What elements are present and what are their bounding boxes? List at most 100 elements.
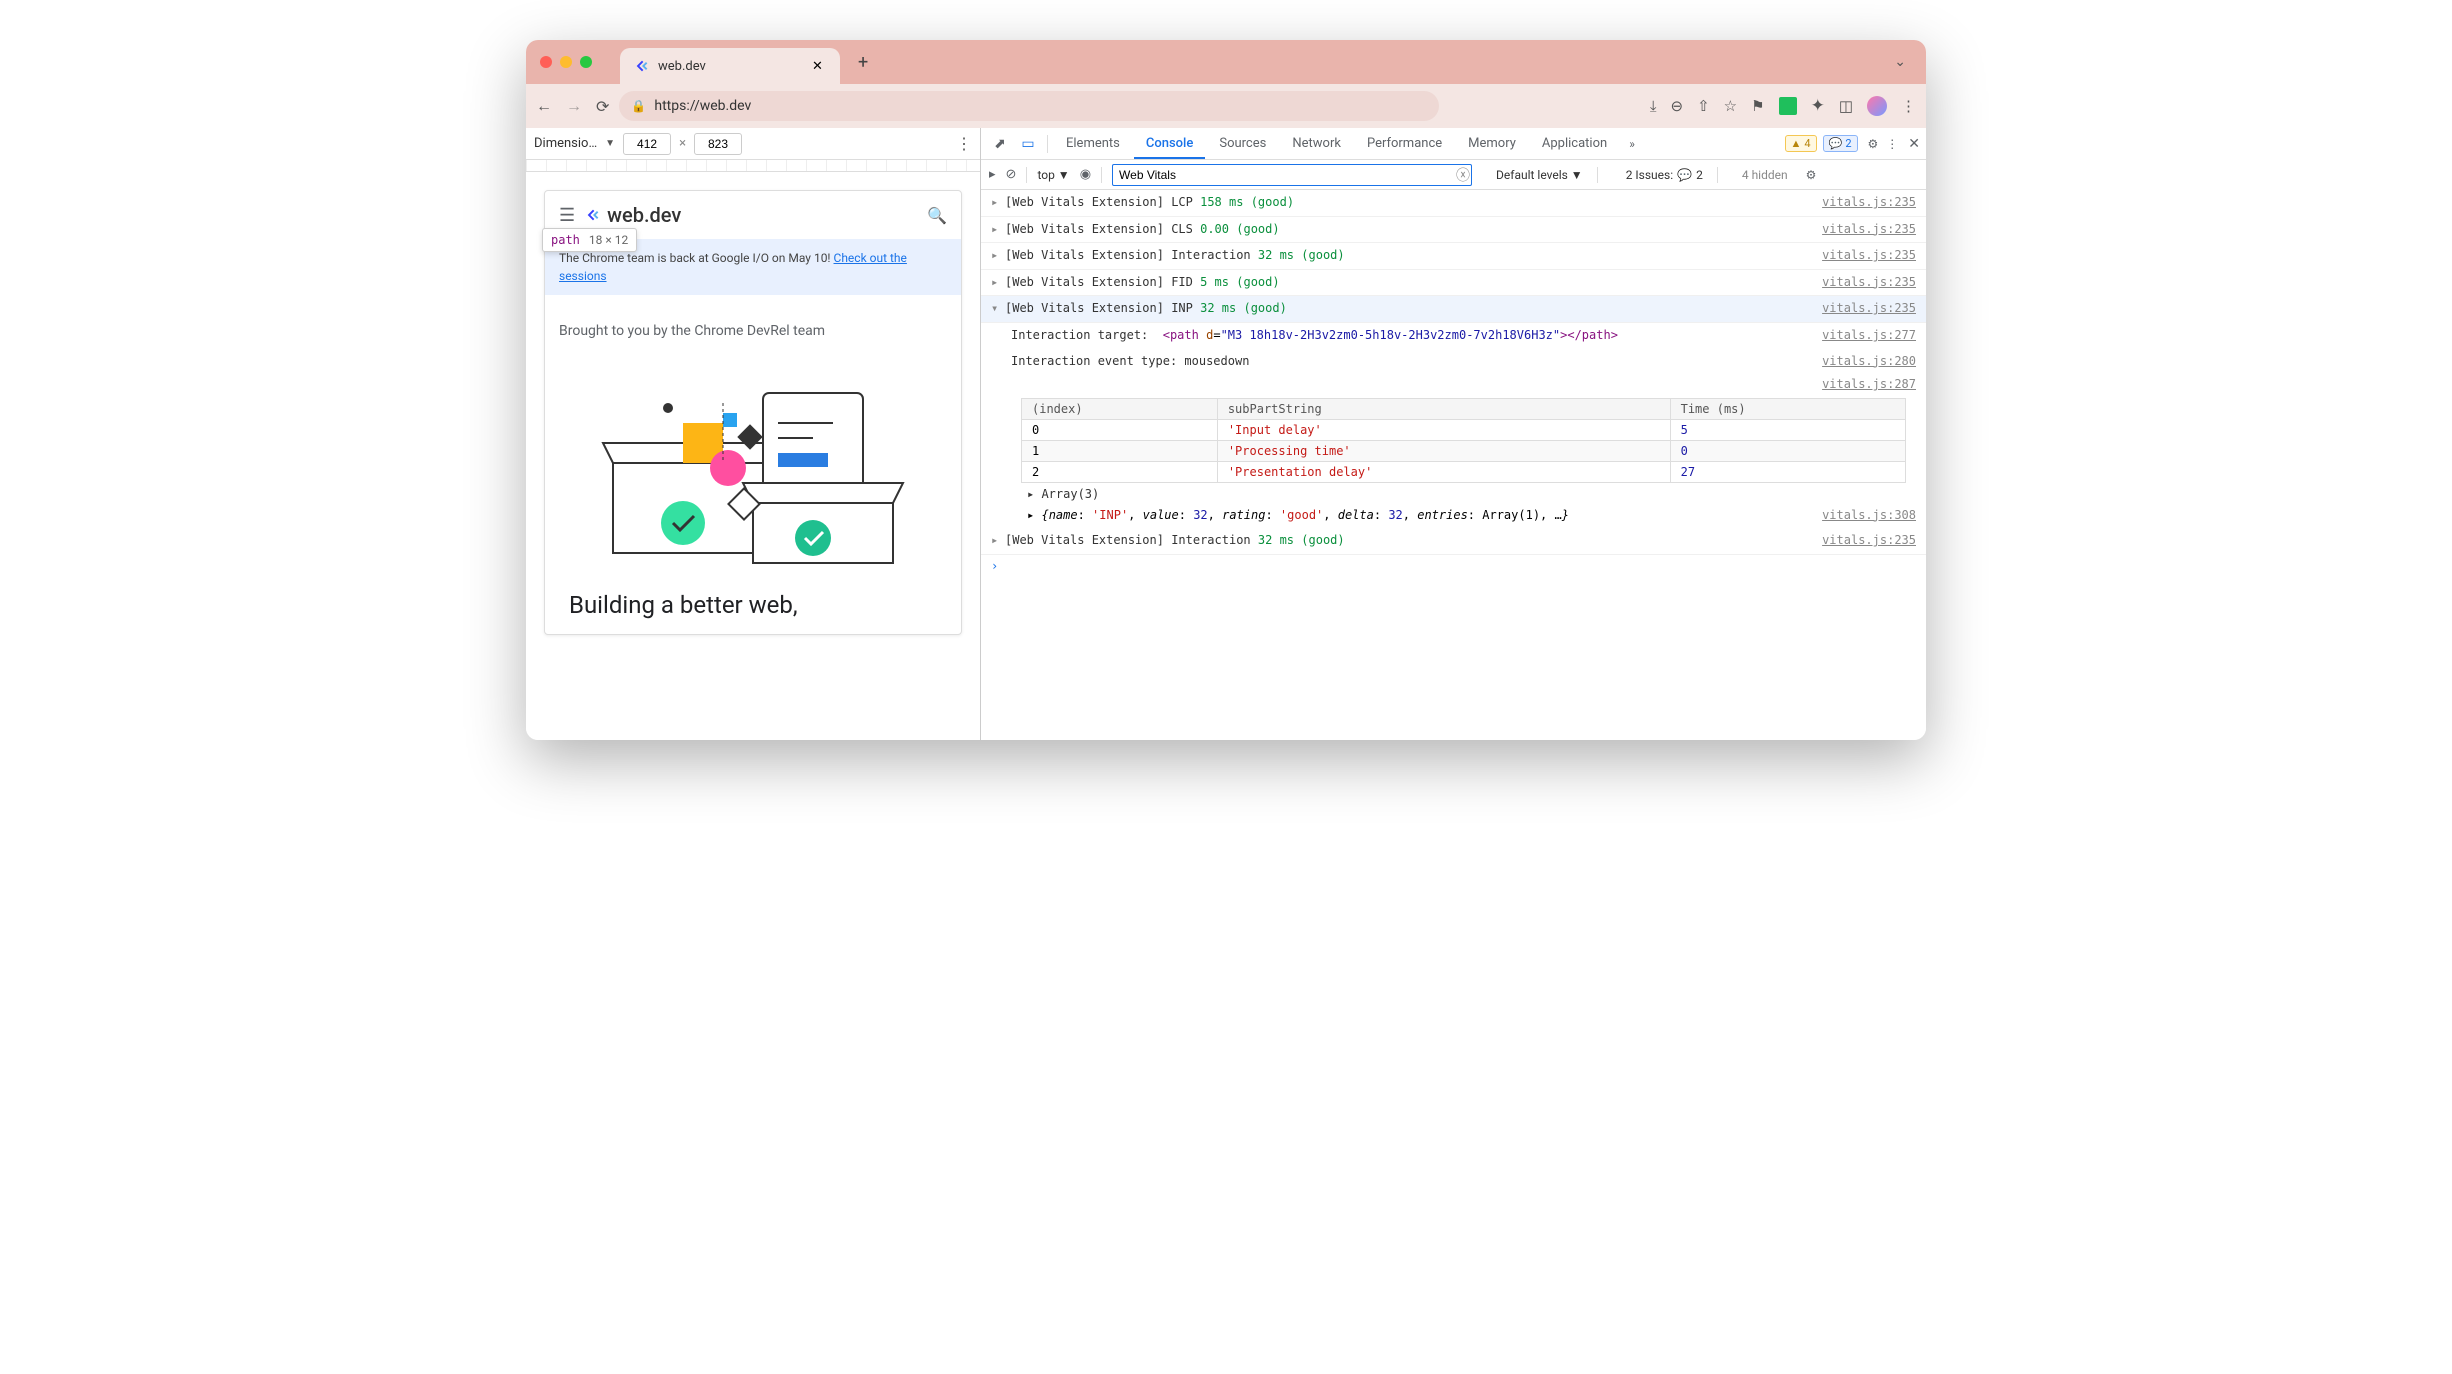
brand-logo-icon	[585, 207, 601, 223]
source-link[interactable]: vitals.js:235	[1822, 272, 1916, 294]
tabs-overflow-icon[interactable]: »	[1621, 137, 1643, 151]
tab-sources[interactable]: Sources	[1207, 128, 1278, 159]
source-link[interactable]: vitals.js:235	[1822, 245, 1916, 267]
device-toggle-icon[interactable]: ▭	[1015, 136, 1041, 152]
devtools-tabbar: ⬈ ▭ Elements Console Sources Network Per…	[981, 128, 1926, 160]
site-brand[interactable]: web.dev	[585, 203, 681, 227]
expand-arrow-icon[interactable]: ▸	[991, 245, 1005, 267]
hamburger-icon[interactable]: ☰	[559, 205, 575, 226]
content-area: Dimensio… ▼ × ⋮ ☰ web.dev 🔍	[526, 128, 1926, 740]
reload-icon[interactable]: ⟳	[596, 97, 609, 116]
console-settings-icon[interactable]: ⚙	[1806, 168, 1817, 182]
lock-icon: 🔒	[631, 99, 646, 113]
inspect-icon[interactable]: ⬈	[987, 136, 1013, 152]
sidepanel-icon[interactable]: ◫	[1839, 97, 1853, 115]
toolbar-right: ⤓ ⊖ ⇧ ☆ ⚑ ✦ ◫ ⋮	[1650, 96, 1916, 116]
table-header[interactable]: (index)	[1022, 398, 1218, 419]
close-window-icon[interactable]	[540, 56, 552, 68]
tab-performance[interactable]: Performance	[1355, 128, 1454, 159]
share-icon[interactable]: ⇧	[1697, 97, 1710, 115]
log-row[interactable]: ▸[Web Vitals Extension] CLS 0.00 (good)v…	[981, 217, 1926, 244]
live-expression-icon[interactable]: ◉	[1080, 167, 1091, 182]
width-input[interactable]	[623, 133, 671, 155]
inspect-tooltip: path 18 × 12	[542, 228, 637, 252]
extensions-puzzle-icon[interactable]: ✦	[1811, 96, 1825, 116]
source-link[interactable]: vitals.js:277	[1822, 325, 1916, 347]
banner-text: The Chrome team is back at Google I/O on…	[559, 251, 834, 265]
minimize-window-icon[interactable]	[560, 56, 572, 68]
extension-icon[interactable]	[1779, 97, 1797, 115]
settings-gear-icon[interactable]: ⚙	[1868, 137, 1879, 151]
address-bar[interactable]: 🔒 https://web.dev	[619, 91, 1439, 121]
expand-arrow-icon[interactable]: ▸	[991, 192, 1005, 214]
avatar-icon[interactable]	[1867, 96, 1887, 116]
table-header[interactable]: Time (ms)	[1670, 398, 1905, 419]
devtools-close-icon[interactable]: ✕	[1908, 136, 1920, 152]
titlebar: web.dev ✕ + ⌄	[526, 40, 1926, 84]
tabs-dropdown-icon[interactable]: ⌄	[1894, 54, 1906, 70]
clear-filter-icon[interactable]: ⓧ	[1456, 165, 1470, 185]
source-link[interactable]: vitals.js:287	[1822, 374, 1916, 396]
log-row[interactable]: ▸[Web Vitals Extension] Interaction 32 m…	[981, 243, 1926, 270]
source-link[interactable]: vitals.js:308	[1822, 505, 1916, 527]
maximize-window-icon[interactable]	[580, 56, 592, 68]
browser-window: web.dev ✕ + ⌄ ← → ⟳ 🔒 https://web.dev ⤓ …	[526, 40, 1926, 740]
ruler	[526, 160, 980, 172]
forward-icon[interactable]: →	[566, 96, 582, 116]
by-label: ×	[679, 136, 686, 151]
height-input[interactable]	[694, 133, 742, 155]
device-menu-icon[interactable]: ⋮	[956, 134, 972, 153]
devtools-menu-icon[interactable]: ⋮	[1886, 137, 1898, 151]
device-panel: Dimensio… ▼ × ⋮ ☰ web.dev 🔍	[526, 128, 981, 740]
source-link[interactable]: vitals.js:235	[1822, 192, 1916, 214]
tab-title: web.dev	[658, 59, 804, 74]
tab-elements[interactable]: Elements	[1054, 128, 1132, 159]
table-header[interactable]: subPartString	[1217, 398, 1670, 419]
url-text: https://web.dev	[654, 98, 751, 114]
browser-toolbar: ← → ⟳ 🔒 https://web.dev ⤓ ⊖ ⇧ ☆ ⚑ ✦ ◫ ⋮	[526, 84, 1926, 128]
array-expand-row[interactable]: ▸ Array(3)	[981, 485, 1926, 503]
source-link[interactable]: vitals.js:235	[1822, 298, 1916, 320]
tab-console[interactable]: Console	[1134, 128, 1205, 159]
close-tab-icon[interactable]: ✕	[812, 59, 826, 73]
expand-arrow-icon[interactable]: ▸	[991, 219, 1005, 241]
collapse-arrow-icon[interactable]: ▾	[991, 298, 1005, 320]
source-link[interactable]: vitals.js:235	[1822, 219, 1916, 241]
warnings-badge[interactable]: ▲ 4	[1785, 135, 1817, 152]
log-row-expanded[interactable]: ▾[Web Vitals Extension] INP 32 ms (good)…	[981, 296, 1926, 323]
issues-link[interactable]: 2 Issues: 💬 2	[1626, 168, 1703, 182]
tab-application[interactable]: Application	[1530, 128, 1619, 159]
tab-network[interactable]: Network	[1280, 128, 1353, 159]
log-row[interactable]: ▸[Web Vitals Extension] FID 5 ms (good)v…	[981, 270, 1926, 297]
tab-memory[interactable]: Memory	[1456, 128, 1528, 159]
expand-arrow-icon[interactable]: ▸	[991, 272, 1005, 294]
browser-tab[interactable]: web.dev ✕	[620, 48, 840, 84]
search-icon[interactable]: 🔍	[927, 206, 947, 225]
site-subhead: Brought to you by the Chrome DevRel team	[545, 295, 961, 353]
expand-arrow-icon[interactable]: ▸	[991, 530, 1005, 552]
console-prompt[interactable]: ›	[981, 555, 1926, 577]
chevron-down-icon[interactable]: ▼	[605, 138, 615, 149]
log-row[interactable]: ▸[Web Vitals Extension] LCP 158 ms (good…	[981, 190, 1926, 217]
interaction-target-row: Interaction target: <path d="M3 18h18v-2…	[981, 323, 1926, 349]
new-tab-button[interactable]: +	[858, 52, 868, 73]
log-row[interactable]: ▸[Web Vitals Extension] Interaction 32 m…	[981, 528, 1926, 555]
hidden-count: 4 hidden	[1742, 168, 1788, 182]
menu-dots-icon[interactable]: ⋮	[1901, 97, 1916, 115]
info-badge[interactable]: 💬 2	[1823, 135, 1858, 152]
source-link[interactable]: vitals.js:280	[1822, 351, 1916, 373]
dimensions-label[interactable]: Dimensio…	[534, 136, 597, 151]
filter-input[interactable]	[1112, 164, 1472, 186]
download-icon[interactable]: ⤓	[1650, 97, 1657, 115]
source-link[interactable]: vitals.js:235	[1822, 530, 1916, 552]
zoom-icon[interactable]: ⊖	[1671, 97, 1684, 115]
play-icon[interactable]: ▸	[989, 167, 996, 182]
clear-console-icon[interactable]: ⊘	[1006, 167, 1017, 182]
context-selector[interactable]: top ▼	[1037, 168, 1069, 182]
table-row: 2'Presentation delay'27	[1022, 461, 1906, 482]
object-row[interactable]: ▸ {name: 'INP', value: 32, rating: 'good…	[981, 503, 1926, 529]
bookmark-icon[interactable]: ☆	[1724, 97, 1737, 115]
log-levels-dropdown[interactable]: Default levels ▼	[1496, 168, 1583, 182]
flag-icon[interactable]: ⚑	[1751, 97, 1764, 115]
back-icon[interactable]: ←	[536, 96, 552, 116]
